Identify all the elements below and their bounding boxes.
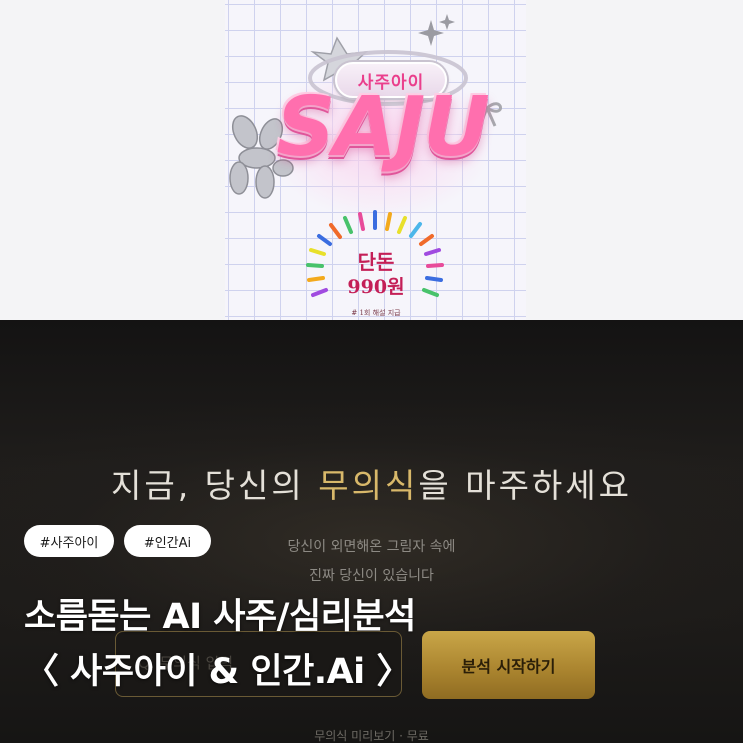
banner-headline: 지금, 당신의 무의식을 마주하세요 — [0, 459, 743, 507]
saju-logo-text: SAJU — [276, 80, 490, 175]
price-note: # 1회 해설 지급 — [351, 309, 401, 317]
price-box: 단돈 990원 — [330, 250, 422, 300]
headline-part: 지금, 당신의 — [110, 466, 319, 505]
top-right-background — [526, 0, 743, 320]
post-title-line1: 소름돋는 AI 사주/심리분석 — [24, 597, 416, 637]
price-label: 단돈 — [357, 250, 395, 274]
price-value: 990원 — [347, 276, 405, 298]
sparkle-icon — [418, 14, 455, 46]
post-title-line2: 〈 사주아이 & 인간.Ai 〉 — [24, 652, 411, 692]
preview-note: 무의식 미리보기 · 무료 — [314, 729, 429, 743]
top-left-background — [0, 0, 225, 320]
hashtag-human-ai[interactable]: #인간Ai — [124, 525, 211, 557]
hashtag-saju-ai[interactable]: #사주아이 — [24, 525, 114, 557]
banner-subtitle-line2: 진짜 당신이 있습니다 — [309, 568, 434, 584]
start-analysis-button[interactable]: 분석 시작하기 — [422, 631, 595, 699]
saju-poster-image: 사주아이 SAJU 단돈 990원 # 1회 해설 지급 — [225, 0, 526, 320]
headline-accent: 무의식 — [318, 466, 419, 505]
headline-part: 을 마주하세요 — [418, 466, 633, 505]
